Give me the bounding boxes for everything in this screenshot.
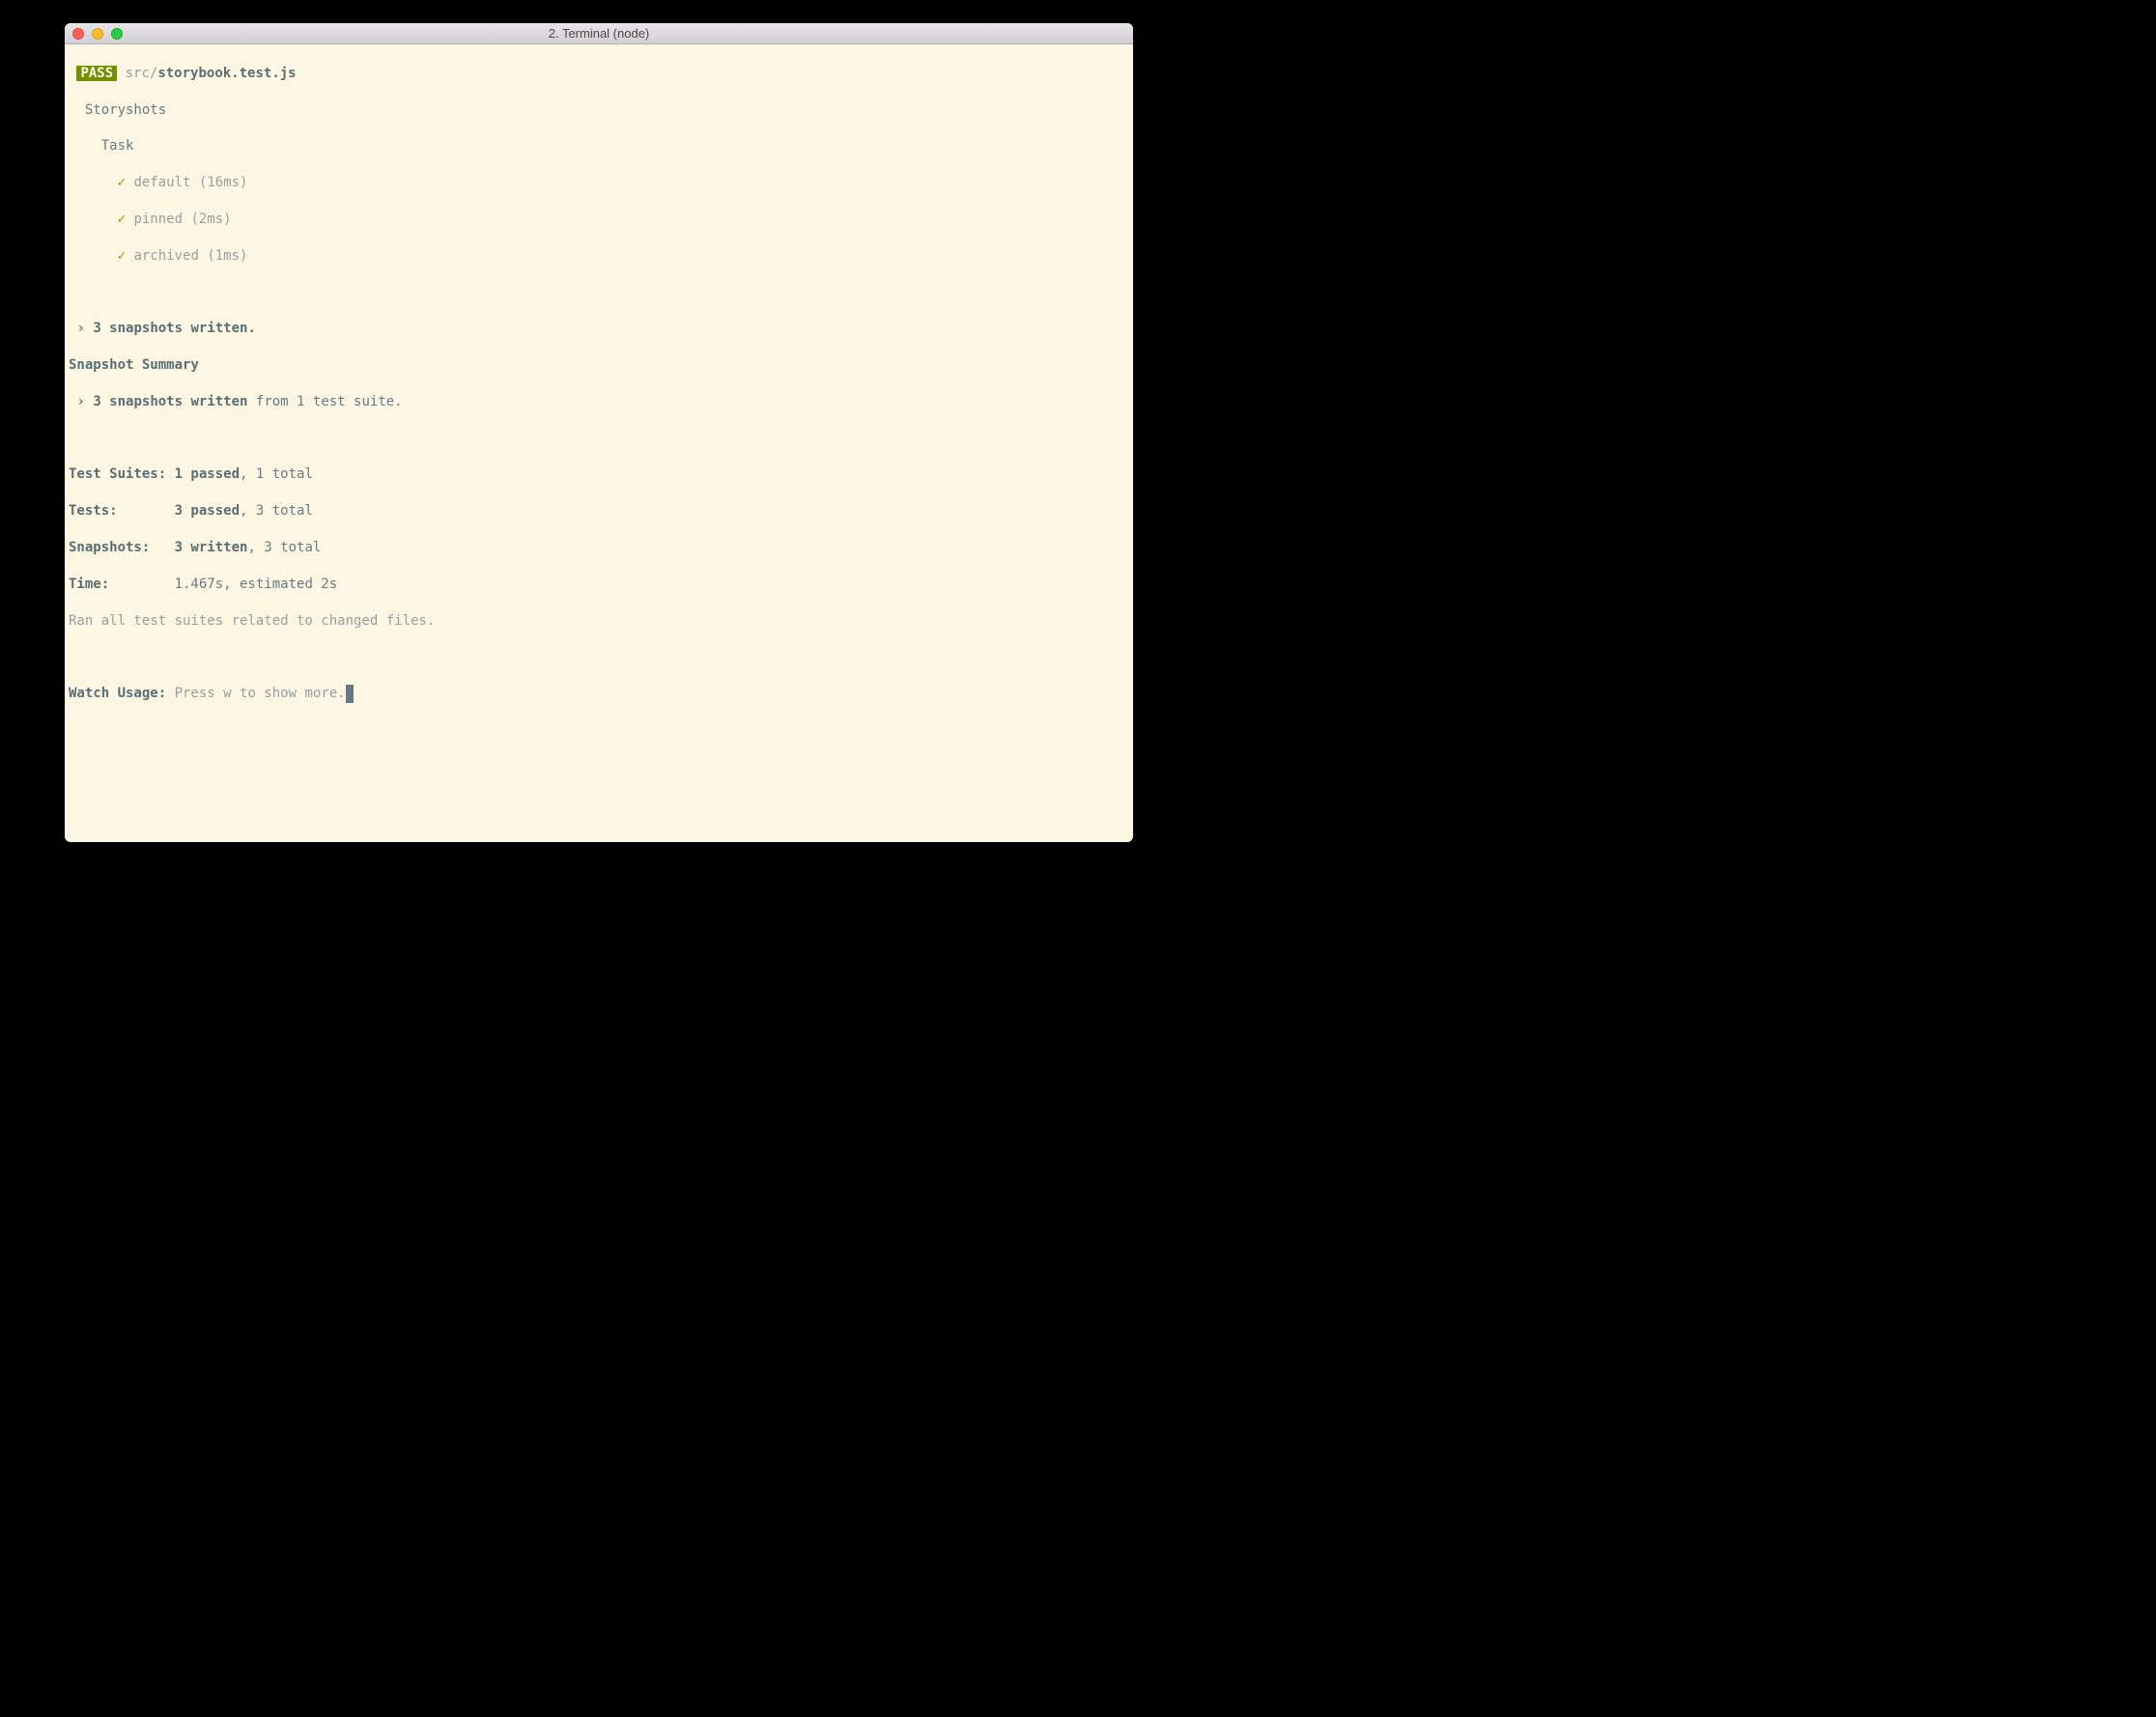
- test-row: ✓ default (16ms): [69, 174, 1129, 192]
- close-icon[interactable]: [72, 28, 84, 40]
- snapshots-written-line: › 3 snapshots written.: [69, 320, 1129, 338]
- result-tests: Tests: 3 passed, 3 total: [69, 502, 1129, 521]
- test-name: pinned: [133, 211, 183, 227]
- result-suites: Test Suites: 1 passed, 1 total: [69, 465, 1129, 484]
- check-icon: ✓: [118, 248, 126, 264]
- check-icon: ✓: [118, 175, 126, 190]
- suite-root: Storyshots: [69, 101, 1129, 120]
- check-icon: ✓: [118, 211, 126, 227]
- minimize-icon[interactable]: [92, 28, 103, 40]
- test-row: ✓ archived (1ms): [69, 247, 1129, 266]
- pass-badge: PASS: [76, 66, 117, 81]
- result-snapshots: Snapshots: 3 written, 3 total: [69, 539, 1129, 557]
- terminal-window: 2. Terminal (node) PASS src/storybook.te…: [65, 23, 1133, 842]
- window-title: 2. Terminal (node): [65, 26, 1133, 41]
- file-dir: src/: [126, 66, 158, 81]
- test-time: (16ms): [199, 175, 248, 190]
- test-row: ✓ pinned (2ms): [69, 211, 1129, 229]
- suite-group: Task: [69, 137, 1129, 155]
- ran-note: Ran all test suites related to changed f…: [69, 612, 1129, 631]
- titlebar: 2. Terminal (node): [65, 23, 1133, 44]
- snapshot-summary-label: Snapshot Summary: [69, 356, 1129, 375]
- arrow-icon: ›: [76, 394, 84, 409]
- blank-line: [69, 648, 1129, 666]
- watch-usage-line: Watch Usage: Press w to show more.: [69, 685, 1129, 703]
- blank-line: [69, 430, 1129, 448]
- terminal-content[interactable]: PASS src/storybook.test.js Storyshots Ta…: [65, 44, 1133, 842]
- result-time: Time: 1.467s, estimated 2s: [69, 576, 1129, 594]
- pass-line: PASS src/storybook.test.js: [69, 65, 1129, 83]
- test-name: default: [133, 175, 190, 190]
- traffic-lights: [65, 28, 123, 40]
- blank-line: [69, 284, 1129, 302]
- arrow-icon: ›: [76, 321, 84, 336]
- test-time: (2ms): [190, 211, 231, 227]
- file-name: storybook.test.js: [157, 66, 296, 81]
- maximize-icon[interactable]: [111, 28, 123, 40]
- test-time: (1ms): [207, 248, 247, 264]
- cursor: [346, 685, 354, 703]
- test-name: archived: [133, 248, 198, 264]
- snapshot-summary-line: › 3 snapshots written from 1 test suite.: [69, 393, 1129, 411]
